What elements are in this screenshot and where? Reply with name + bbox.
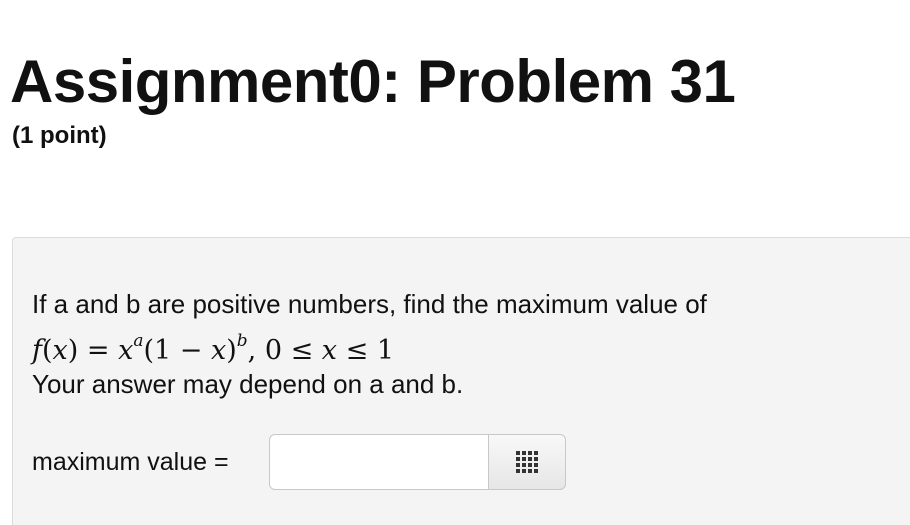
problem-box: If a and b are positive numbers, find th…	[12, 237, 910, 525]
problem-intro: If a and b are positive numbers, find th…	[32, 289, 707, 319]
answer-label: maximum value =	[32, 448, 229, 476]
formula-mid-open: (1 −	[143, 335, 211, 366]
formula-exponent-a: a	[133, 331, 144, 351]
formula-lhs-close: ) =	[67, 335, 119, 366]
page: Assignment0: Problem 31 (1 point) If a a…	[0, 0, 910, 525]
answer-input[interactable]	[269, 434, 488, 490]
formula-lhs-open: (	[42, 335, 53, 366]
problem-formula: f(x) = xa(1 − x)b, 0 ≤ x ≤ 1	[32, 328, 394, 367]
problem-note: Your answer may depend on a and b.	[32, 369, 464, 399]
equation-editor-button[interactable]	[488, 434, 566, 490]
points-label: (1 point)	[12, 122, 107, 149]
formula-mid-close: )	[226, 335, 237, 366]
formula-f: f	[32, 335, 42, 366]
formula-comma: ,	[247, 335, 265, 366]
formula-x-inner: x	[210, 335, 227, 366]
page-title: Assignment0: Problem 31	[10, 48, 736, 115]
formula-x-range: x	[321, 335, 338, 366]
grid-icon	[516, 451, 538, 473]
formula-x: x	[52, 335, 68, 366]
formula-exponent-b: b	[236, 331, 248, 351]
formula-zero-le: 0 ≤	[264, 335, 322, 366]
formula-le-one: ≤ 1	[337, 335, 394, 366]
formula-x-base: x	[118, 335, 134, 366]
